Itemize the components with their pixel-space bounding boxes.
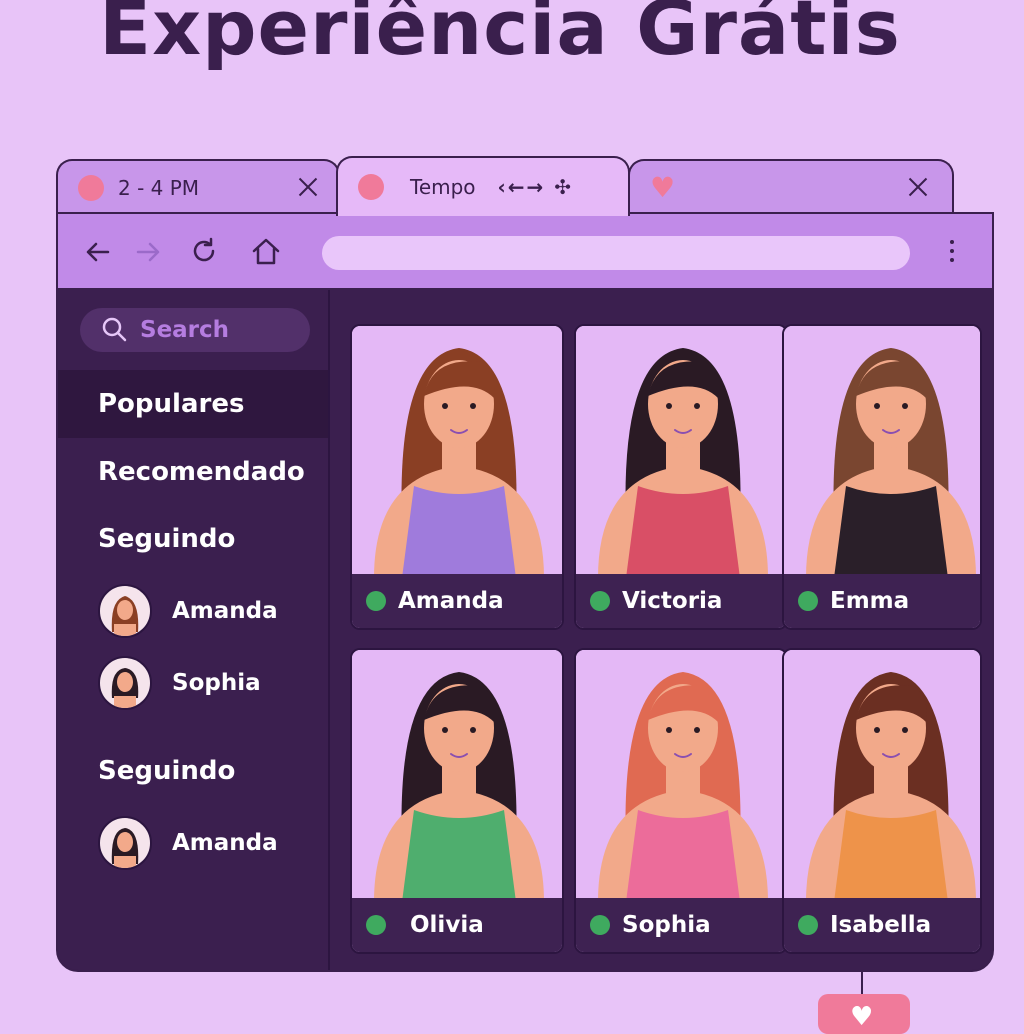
- online-status-icon: [366, 591, 386, 611]
- close-icon[interactable]: [906, 175, 930, 199]
- pink-dot-icon: [78, 175, 104, 201]
- swap-arrows-icon[interactable]: ‹←→ ✣: [498, 175, 573, 199]
- search-box[interactable]: [80, 308, 310, 352]
- heart-icon: ♥: [650, 171, 676, 204]
- pink-dot-icon: [358, 174, 384, 200]
- streamer-card[interactable]: Victoria: [574, 324, 788, 630]
- search-icon: [102, 317, 127, 342]
- heart-button[interactable]: [818, 994, 910, 1034]
- streamer-name: Sophia: [622, 912, 711, 938]
- following-item-amanda[interactable]: Amanda: [98, 816, 278, 870]
- sidebar-item-recomendado[interactable]: Recomendado: [58, 438, 328, 506]
- following-item-sophia[interactable]: Sophia: [98, 656, 261, 710]
- section-label-following: Seguindo: [98, 756, 236, 786]
- kebab-menu-icon[interactable]: [948, 240, 956, 266]
- streamer-portrait: [784, 650, 980, 902]
- streamer-name: Victoria: [622, 588, 723, 614]
- avatar: [98, 816, 152, 870]
- card-footer: Isabella: [784, 898, 980, 952]
- card-footer: Victoria: [576, 574, 786, 628]
- online-status-icon: [590, 591, 610, 611]
- following-name: Amanda: [172, 598, 278, 624]
- online-status-icon: [366, 915, 386, 935]
- streamer-name: Olivia: [410, 912, 484, 938]
- sidebar: Populares Recomendado Seguindo Amanda: [58, 290, 330, 970]
- card-footer: Sophia: [576, 898, 786, 952]
- streamer-portrait: [784, 326, 980, 578]
- streamer-name: Amanda: [398, 588, 504, 614]
- browser-window: Populares Recomendado Seguindo Amanda: [56, 212, 994, 972]
- streamer-card[interactable]: Emma: [782, 324, 982, 630]
- tab-tempo[interactable]: Tempo ‹←→ ✣: [336, 156, 630, 216]
- card-footer: Emma: [784, 574, 980, 628]
- following-item-amanda[interactable]: Amanda: [98, 584, 278, 638]
- card-footer: Olivia: [352, 898, 562, 952]
- online-status-icon: [798, 591, 818, 611]
- streamer-portrait: [576, 650, 786, 902]
- back-arrow-icon[interactable]: [80, 234, 116, 270]
- streamer-name: Emma: [830, 588, 910, 614]
- address-bar[interactable]: [322, 236, 910, 270]
- connector-line: [861, 972, 863, 996]
- streamer-name: Isabella: [830, 912, 932, 938]
- following-name: Amanda: [172, 830, 278, 856]
- streamer-card[interactable]: Isabella: [782, 648, 982, 954]
- online-status-icon: [798, 915, 818, 935]
- streamer-portrait: [576, 326, 786, 578]
- streamer-card[interactable]: Amanda: [350, 324, 564, 630]
- tab-time[interactable]: 2 - 4 PM: [56, 159, 340, 215]
- search-input[interactable]: [138, 316, 302, 344]
- streamer-portrait: [352, 326, 562, 578]
- forward-arrow-icon[interactable]: [130, 234, 166, 270]
- close-icon[interactable]: [296, 175, 320, 199]
- card-footer: Amanda: [352, 574, 562, 628]
- sidebar-item-populares[interactable]: Populares: [58, 370, 328, 438]
- following-name: Sophia: [172, 670, 261, 696]
- tab-title: 2 - 4 PM: [118, 176, 200, 200]
- sidebar-item-label: Populares: [98, 389, 245, 419]
- headline: Experiência Grátis: [99, 0, 901, 72]
- section-label-following: Seguindo: [98, 524, 236, 554]
- tab-favorites[interactable]: ♥: [628, 159, 954, 215]
- avatar: [98, 584, 152, 638]
- tab-title: Tempo: [410, 175, 476, 199]
- home-icon[interactable]: [248, 234, 284, 270]
- online-status-icon: [590, 915, 610, 935]
- streamer-card[interactable]: Olivia: [350, 648, 564, 954]
- browser-toolbar: [58, 214, 992, 290]
- streamer-portrait: [352, 650, 562, 902]
- avatar: [98, 656, 152, 710]
- streamer-card[interactable]: Sophia: [574, 648, 788, 954]
- sidebar-item-label: Recomendado: [98, 457, 305, 487]
- reload-icon[interactable]: [186, 234, 222, 270]
